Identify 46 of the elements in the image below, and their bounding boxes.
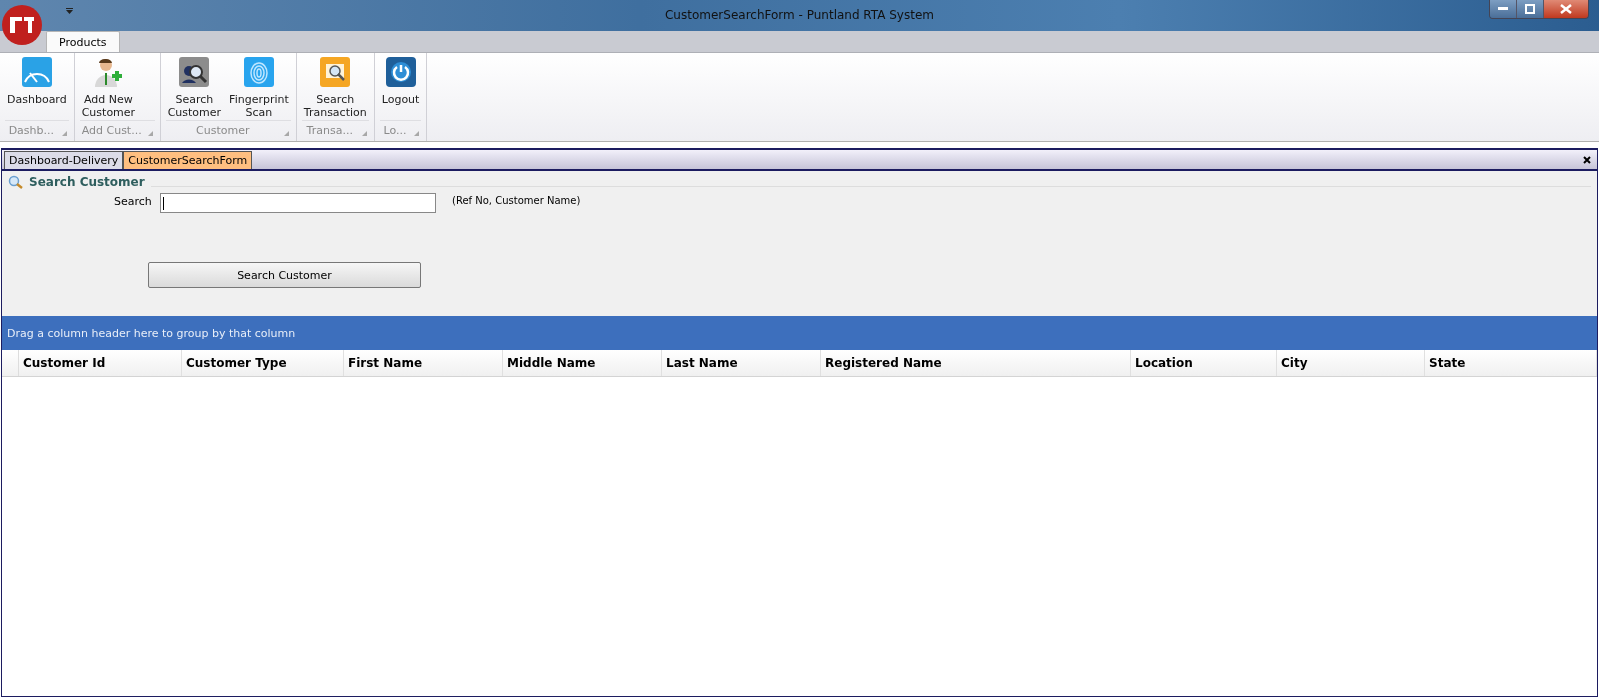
gauge-icon [21, 57, 52, 87]
restore-icon [1525, 4, 1535, 14]
ribbon-button[interactable]: Search Customer [163, 53, 226, 120]
window-title: CustomerSearchForm - Puntland RTA System [665, 8, 934, 22]
ribbon-button[interactable]: Add New Customer [77, 53, 140, 120]
search-icon [8, 175, 23, 189]
ribbon-group-label: Customer [195, 123, 251, 137]
search-field[interactable] [160, 193, 436, 213]
close-button[interactable] [1544, 0, 1588, 18]
ribbon-button[interactable]: Fingerprint Scan [225, 53, 293, 120]
person-add-icon [93, 57, 124, 87]
group-panel-hint: Drag a column header here to group by that column [7, 326, 296, 340]
column-header[interactable]: State [1425, 350, 1597, 376]
ribbon-group-label: Dashb... [7, 123, 56, 137]
minimize-icon [1498, 7, 1508, 11]
document-tab[interactable]: Dashboard-Delivery [4, 151, 124, 169]
column-header[interactable]: First Name [344, 350, 503, 376]
dropdown-icon[interactable] [65, 7, 74, 14]
search-hint: (Ref No, Customer Name) [452, 195, 581, 206]
ribbon-button[interactable]: Dashboard [3, 53, 71, 120]
column-header[interactable]: City [1277, 350, 1425, 376]
close-icon[interactable] [1583, 156, 1591, 164]
power-icon [385, 57, 416, 87]
column-header[interactable]: Customer Id [19, 350, 182, 376]
ribbon-group-label: Transa... [305, 123, 354, 137]
ribbon-button[interactable]: Logout [377, 53, 424, 120]
search-label: Search [114, 195, 152, 208]
column-header[interactable]: Middle Name [503, 350, 662, 376]
close-icon [1560, 4, 1572, 14]
column-header[interactable]: Customer Type [182, 350, 344, 376]
section-title: Search Customer [29, 175, 145, 189]
fingerprint-icon [243, 57, 274, 87]
ribbon-group-label: Add Cust... [81, 123, 142, 137]
ribbon-button[interactable]: Search Transaction [299, 53, 371, 120]
person-search-icon [179, 57, 210, 87]
app-logo-icon[interactable] [1, 3, 43, 46]
restore-button[interactable] [1517, 0, 1544, 18]
minimize-button[interactable] [1490, 0, 1517, 18]
column-header[interactable]: Registered Name [821, 350, 1131, 376]
document-tab[interactable]: CustomerSearchForm [123, 151, 253, 169]
search-customer-button[interactable]: Search Customer [148, 262, 421, 288]
ribbon-group-label: Lo... [382, 123, 408, 137]
column-header[interactable]: Location [1131, 350, 1277, 376]
column-header[interactable]: Last Name [662, 350, 821, 376]
ribbon-tab[interactable]: Products [46, 31, 120, 52]
document-search-icon [320, 57, 351, 87]
